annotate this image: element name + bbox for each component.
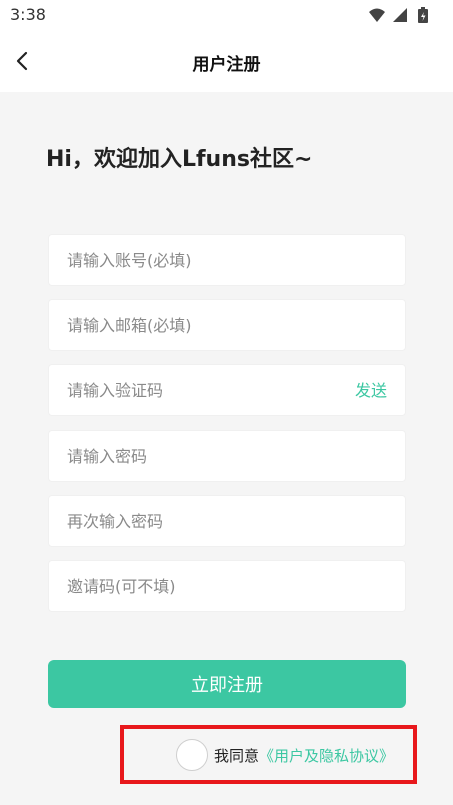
account-field — [48, 234, 406, 286]
send-code-button[interactable]: 发送 — [355, 365, 387, 417]
agreement-prefix: 我同意 — [214, 747, 260, 765]
password-field — [48, 430, 406, 482]
status-time: 3:38 — [10, 5, 46, 24]
email-input[interactable] — [49, 300, 405, 350]
wifi-icon — [369, 8, 385, 22]
account-input[interactable] — [49, 235, 405, 285]
email-field — [48, 299, 406, 351]
agreement-text: 我同意《用户及隐私协议》 — [214, 745, 394, 766]
agreement-highlight-box: 我同意《用户及隐私协议》 — [120, 725, 417, 784]
privacy-agreement-link[interactable]: 《用户及隐私协议》 — [259, 747, 394, 765]
verification-code-field: 发送 — [48, 364, 406, 416]
agreement-radio-button[interactable] — [176, 739, 208, 771]
confirm-password-field — [48, 495, 406, 547]
invite-code-input[interactable] — [49, 561, 405, 611]
status-icons — [369, 7, 428, 23]
invite-code-field — [48, 560, 406, 612]
top-bar: 3:38 用户注册 — [0, 0, 453, 92]
confirm-password-input[interactable] — [49, 496, 405, 546]
welcome-heading: Hi，欢迎加入Lfuns社区~ — [46, 147, 313, 172]
password-input[interactable] — [49, 431, 405, 481]
battery-icon — [418, 7, 428, 23]
signal-icon — [393, 8, 407, 22]
page-title: 用户注册 — [192, 55, 261, 75]
register-button[interactable]: 立即注册 — [48, 660, 406, 708]
verification-code-input[interactable] — [49, 365, 405, 415]
